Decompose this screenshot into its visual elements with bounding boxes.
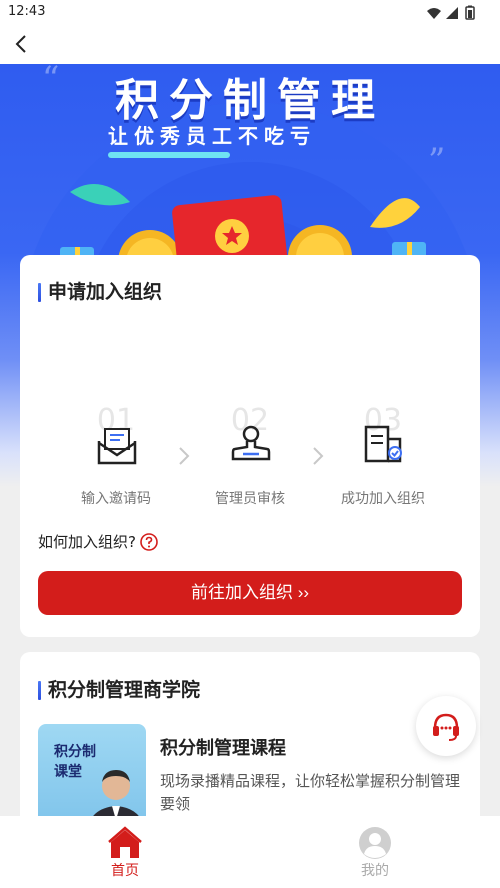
academy-card: 积分制管理商学院 积分制 课堂 积分制管理课程 现场录播精品课程，让你轻松掌握积… (20, 652, 480, 832)
navbar (0, 26, 500, 64)
wifi-icon (427, 8, 441, 19)
go-join-organization-button[interactable]: 前往加入组织 ›› (38, 571, 462, 615)
course-title[interactable]: 积分制管理课程 (160, 734, 286, 760)
banner-title: 积分制管理 (115, 75, 385, 126)
status-time: 12:43 (8, 4, 46, 19)
tab-profile[interactable]: 我的 (250, 816, 500, 888)
svg-text:”: ” (428, 141, 445, 181)
tab-home[interactable]: 首页 (0, 816, 250, 888)
customer-service-button[interactable] (416, 696, 476, 756)
stamp-icon (231, 425, 271, 461)
step-label: 管理员审核 (215, 491, 285, 507)
step-label: 成功加入组织 (341, 491, 425, 507)
battery-icon (465, 5, 475, 20)
course-description: 现场录播精品课程，让你轻松掌握积分制管理要领 (160, 772, 461, 813)
back-arrow-icon[interactable] (10, 32, 34, 56)
banner-underline (108, 152, 230, 158)
join-organization-card: 申请加入组织 01 输入邀请码 02 管理员审核 03 成功加入组织 如何加入组… (20, 255, 480, 637)
chevron-right-icon (179, 447, 190, 465)
signal-icon (446, 7, 458, 19)
user-icon (359, 827, 391, 859)
join-section-title: 申请加入组织 (38, 280, 162, 304)
tab-home-label: 首页 (111, 863, 139, 879)
envelope-icon (97, 428, 137, 465)
bottom-tab-bar: 首页 我的 (0, 816, 500, 888)
tab-profile-label: 我的 (361, 863, 389, 879)
step-label: 输入邀请码 (81, 491, 151, 507)
document-check-icon (364, 425, 402, 463)
banner-subtitle: 让优秀员工不吃亏 (108, 124, 316, 148)
headset-icon (433, 713, 459, 741)
status-bar: 12:43 (0, 0, 500, 26)
home-icon (108, 826, 142, 858)
status-icons (427, 5, 475, 20)
chevron-right-icon (313, 447, 324, 465)
how-to-join-link[interactable]: 如何加入组织? (38, 531, 158, 552)
how-to-join-text: 如何加入组织? (38, 533, 136, 551)
thumb-line-1: 积分制 (54, 744, 96, 760)
help-question-icon[interactable] (140, 532, 158, 551)
academy-section-title: 积分制管理商学院 (38, 678, 200, 702)
